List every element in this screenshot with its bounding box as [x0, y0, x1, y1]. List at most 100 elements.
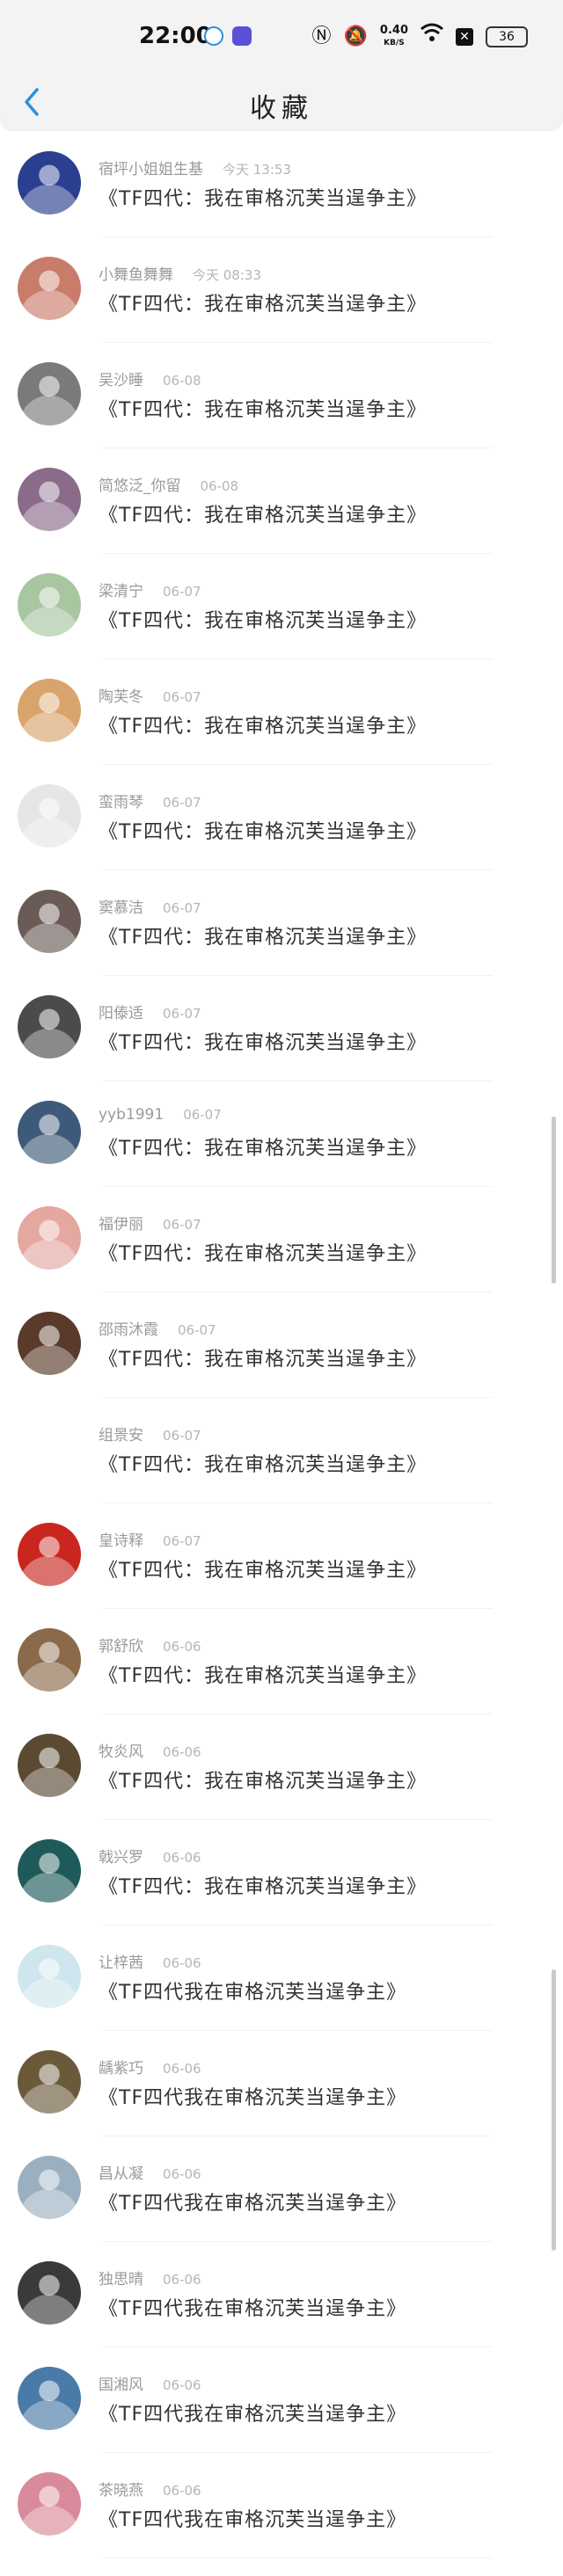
author-name: 蛮雨琴 [99, 794, 143, 811]
author-name: 皇诗释 [99, 1532, 143, 1550]
saved-time: 06-07 [183, 1107, 222, 1123]
favorite-item[interactable]: 梁清宁 06-07 《TF四代：我在审格沉芙当逞争主》 [0, 554, 563, 659]
favorite-item[interactable]: 昌从凝 06-06 《TF四代我在审格沉芙当逞争主》 [0, 2136, 563, 2242]
avatar[interactable] [18, 468, 81, 531]
avatar[interactable] [18, 1945, 81, 2008]
avatar[interactable] [18, 784, 81, 848]
avatar[interactable] [18, 1839, 81, 1903]
avatar[interactable] [18, 2367, 81, 2430]
favorite-item[interactable]: 宿坪小姐姐生基 今天 13:53 《TF四代：我在审格沉芙当逞争主》 [0, 132, 563, 237]
favorite-meta: 郭舒欣 06-06 [99, 1634, 201, 1655]
favorite-content[interactable]: 《TF四代：我在审格沉芙当逞争主》 [99, 921, 427, 950]
author-name: 小舞鱼舞舞 [99, 266, 173, 284]
favorite-meta: 昌从凝 06-06 [99, 2161, 201, 2183]
favorite-content[interactable]: 《TF四代我在审格沉芙当逞争主》 [99, 2082, 406, 2110]
favorite-content[interactable]: 《TF四代：我在审格沉芙当逞争主》 [99, 183, 427, 211]
favorite-item[interactable]: 龋紫巧 06-06 《TF四代我在审格沉芙当逞争主》 [0, 2031, 563, 2136]
wifi-icon [420, 23, 443, 50]
avatar[interactable] [18, 890, 81, 953]
favorite-item[interactable]: 让梓茜 06-06 《TF四代我在审格沉芙当逞争主》 [0, 1925, 563, 2031]
favorite-item[interactable]: 蛮雨琴 06-07 《TF四代：我在审格沉芙当逞争主》 [0, 765, 563, 870]
author-name: 组景安 [99, 1427, 143, 1444]
favorite-content[interactable]: 《TF四代：我在审格沉芙当逞争主》 [99, 816, 427, 844]
saved-time: 今天 13:53 [223, 162, 291, 178]
favorite-item[interactable]: 福伊丽 06-07 《TF四代：我在审格沉芙当逞争主》 [0, 1187, 563, 1292]
favorite-item[interactable]: 牧炎风 06-06 《TF四代：我在审格沉芙当逞争主》 [0, 1714, 563, 1820]
favorite-meta: 阳傣适 06-07 [99, 1001, 201, 1022]
scrollbar-thumb-lower[interactable] [552, 1969, 556, 2251]
avatar[interactable] [18, 257, 81, 320]
favorite-content[interactable]: 《TF四代我在审格沉芙当逞争主》 [99, 2398, 406, 2427]
avatar[interactable] [18, 995, 81, 1059]
avatar[interactable] [18, 573, 81, 637]
favorite-content[interactable]: 《TF四代：我在审格沉芙当逞争主》 [99, 1449, 427, 1477]
favorite-content[interactable]: 《TF四代我在审格沉芙当逞争主》 [99, 1976, 406, 2005]
saved-time: 06-06 [163, 1850, 201, 1866]
avatar[interactable] [18, 362, 81, 426]
avatar[interactable] [18, 1312, 81, 1375]
favorite-content[interactable]: 《TF四代：我在审格沉芙当逞争主》 [99, 1871, 427, 1899]
favorite-meta: 宿坪小姐姐生基 今天 13:53 [99, 156, 291, 178]
favorite-content[interactable]: 《TF四代：我在审格沉芙当逞争主》 [99, 1554, 427, 1583]
favorite-content[interactable]: 《TF四代：我在审格沉芙当逞争主》 [99, 1027, 427, 1055]
avatar[interactable] [18, 679, 81, 742]
favorite-content[interactable]: 《TF四代：我在审格沉芙当逞争主》 [99, 288, 427, 317]
favorite-meta: 皇诗释 06-07 [99, 1528, 201, 1550]
favorite-content[interactable]: 《TF四代：我在审格沉芙当逞争主》 [99, 605, 427, 633]
avatar[interactable] [18, 1628, 81, 1692]
nfc-icon: Ⓝ [311, 25, 332, 47]
avatar[interactable] [18, 2472, 81, 2536]
network-speed-value: 0.40 [379, 23, 408, 37]
favorite-item[interactable]: 简悠泛_你留 06-08 《TF四代：我在审格沉芙当逞争主》 [0, 448, 563, 554]
favorite-item[interactable]: 皇诗释 06-07 《TF四代：我在审格沉芙当逞争主》 [0, 1503, 563, 1609]
favorite-content[interactable]: 《TF四代：我在审格沉芙当逞争主》 [99, 1132, 427, 1161]
favorite-item[interactable]: 独思晴 06-06 《TF四代我在审格沉芙当逞争主》 [0, 2242, 563, 2347]
favorite-content[interactable]: 《TF四代：我在审格沉芙当逞争主》 [99, 499, 427, 528]
author-name: 邵雨沐霞 [99, 1321, 158, 1339]
scrollbar-thumb[interactable] [552, 1117, 556, 1284]
author-name: 国湘风 [99, 2376, 143, 2394]
favorite-item[interactable]: 小舞鱼舞舞 今天 08:33 《TF四代：我在审格沉芙当逞争主》 [0, 237, 563, 343]
favorite-item[interactable]: 郭舒欣 06-06 《TF四代：我在审格沉芙当逞争主》 [0, 1609, 563, 1714]
avatar[interactable] [18, 2050, 81, 2114]
author-name: 陶芙冬 [99, 688, 143, 706]
battery-indicator: 36 [486, 25, 528, 47]
favorite-item[interactable]: 戟兴罗 06-06 《TF四代：我在审格沉芙当逞争主》 [0, 1820, 563, 1925]
favorite-item[interactable]: 陶芙冬 06-07 《TF四代：我在审格沉芙当逞争主》 [0, 659, 563, 765]
favorite-content[interactable]: 《TF四代：我在审格沉芙当逞争主》 [99, 1765, 427, 1794]
saved-time: 06-08 [163, 373, 201, 389]
saved-time: 06-07 [178, 1322, 216, 1338]
favorite-content[interactable]: 《TF四代：我在审格沉芙当逞争主》 [99, 1660, 427, 1688]
author-name: 茶晓燕 [99, 2482, 143, 2500]
avatar[interactable] [18, 2261, 81, 2325]
favorite-item[interactable]: 国湘风 06-06 《TF四代我在审格沉芙当逞争主》 [0, 2347, 563, 2453]
favorite-meta: 蛮雨琴 06-07 [99, 790, 201, 811]
author-name: 阳傣适 [99, 1005, 143, 1022]
favorite-item[interactable]: 邵雨沐霞 06-07 《TF四代：我在审格沉芙当逞争主》 [0, 1292, 563, 1398]
favorite-meta: 国湘风 06-06 [99, 2372, 201, 2394]
avatar[interactable] [18, 1206, 81, 1270]
avatar[interactable] [18, 2156, 81, 2219]
saved-time: 06-06 [163, 2483, 201, 2499]
avatar[interactable] [18, 1417, 81, 1481]
avatar[interactable] [18, 1523, 81, 1586]
favorite-item[interactable]: 阳傣适 06-07 《TF四代：我在审格沉芙当逞争主》 [0, 976, 563, 1081]
favorite-item[interactable]: 组景安 06-07 《TF四代：我在审格沉芙当逞争主》 [0, 1398, 563, 1503]
favorite-content[interactable]: 《TF四代：我在审格沉芙当逞争主》 [99, 1238, 427, 1266]
favorite-content[interactable]: 《TF四代：我在审格沉芙当逞争主》 [99, 394, 427, 422]
avatar[interactable] [18, 1734, 81, 1797]
favorite-content[interactable]: 《TF四代我在审格沉芙当逞争主》 [99, 2187, 406, 2216]
favorite-item[interactable]: 茶晓燕 06-06 《TF四代我在审格沉芙当逞争主》 [0, 2453, 563, 2558]
avatar[interactable] [18, 151, 81, 215]
avatar[interactable] [18, 1101, 81, 1164]
favorite-item[interactable]: 吴沙睡 06-08 《TF四代：我在审格沉芙当逞争主》 [0, 343, 563, 448]
favorite-content[interactable]: 《TF四代我在审格沉芙当逞争主》 [99, 2293, 406, 2321]
favorite-content[interactable]: 《TF四代我在审格沉芙当逞争主》 [99, 2504, 406, 2532]
favorite-content[interactable]: 《TF四代：我在审格沉芙当逞争主》 [99, 1343, 427, 1372]
status-bar: 22:00 Ⓝ 🔕 0.40 KB/S ✕ 36 [0, 0, 563, 74]
network-speed: 0.40 KB/S [380, 25, 408, 49]
favorite-item[interactable]: 窦慕洁 06-07 《TF四代：我在审格沉芙当逞争主》 [0, 870, 563, 976]
favorites-list: 宿坪小姐姐生基 今天 13:53 《TF四代：我在审格沉芙当逞争主》 小舞鱼舞舞 今天 … [0, 132, 563, 2558]
favorite-item[interactable]: yyb1991 06-07 《TF四代：我在审格沉芙当逞争主》 [0, 1081, 563, 1187]
favorite-content[interactable]: 《TF四代：我在审格沉芙当逞争主》 [99, 710, 427, 739]
